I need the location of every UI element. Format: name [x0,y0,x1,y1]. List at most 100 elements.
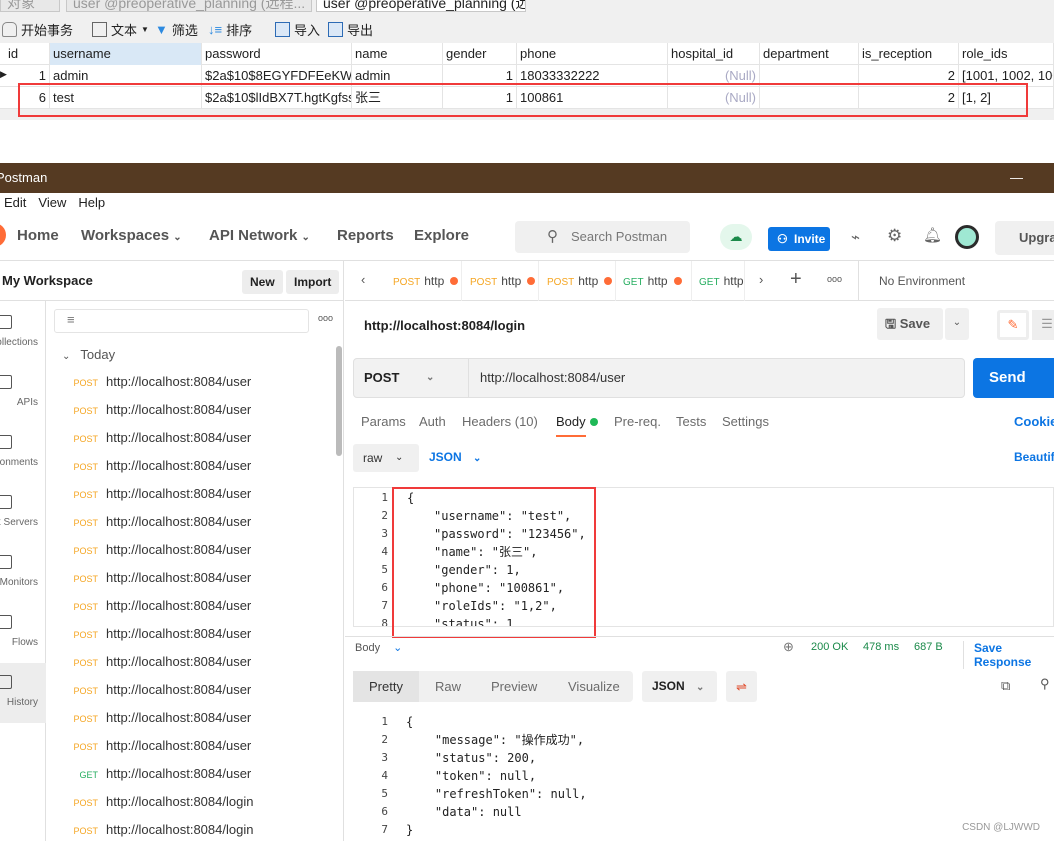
bell-icon[interactable]: 🔔︎ [923,226,942,244]
response-language-select[interactable]: JSON ⌄ [642,671,717,702]
response-body-label[interactable]: Body ⌄ [355,641,402,654]
nav-reports[interactable]: Reports [337,227,394,244]
list-item[interactable]: POST http://localhost:8084/user [46,452,336,480]
sidebar-item-flows[interactable]: Flows [0,603,46,663]
request-name[interactable]: http://localhost:8084/login [364,318,525,333]
tab-user-table-1[interactable]: user @preoperative_planning (远程... [66,0,312,12]
list-item[interactable]: POST http://localhost:8084/user [46,620,336,648]
cloud-sync-icon[interactable]: ☁ [720,224,752,250]
list-item[interactable]: POST http://localhost:8084/login [46,788,336,816]
view-tab-visualize[interactable]: Visualize [568,671,620,702]
import-button[interactable]: Import [286,270,340,294]
sidebar-item-apis[interactable]: APIs [0,363,46,423]
list-item[interactable]: POST http://localhost:8084/user [46,424,336,452]
view-tab-raw[interactable]: Raw [435,671,461,702]
import-button[interactable]: 导入 [275,18,320,40]
list-item[interactable]: POST http://localhost:8084/user [46,704,336,732]
list-item[interactable]: POST http://localhost:8084/login [46,816,336,844]
body-mode-select[interactable]: raw ⌄ [353,444,419,472]
add-tab-icon[interactable]: + [790,268,802,291]
beautify-link[interactable]: Beautify [1014,450,1054,464]
column-header-role_ids[interactable]: role_ids [959,43,1054,65]
column-header-hospital_id[interactable]: hospital_id [668,43,760,65]
filter-button[interactable]: ▼ 筛选 [155,18,198,40]
menu-help[interactable]: Help [78,195,105,210]
edit-icon[interactable]: ✎ [997,310,1029,340]
upgrade-button[interactable]: Upgrade [995,221,1054,255]
body-language-select[interactable]: JSON ⌄ [429,450,481,464]
invite-button[interactable]: ⚇ Invite [768,227,830,251]
view-tab-preview[interactable]: Preview [491,671,537,702]
begin-transaction-button[interactable]: 开始事务 [2,18,73,40]
filter-input[interactable]: ≡ [54,309,309,333]
save-response-button[interactable]: Save Response [963,641,1054,669]
chevron-left-icon[interactable]: ‹ [361,272,365,287]
avatar[interactable] [955,225,979,249]
tab-settings[interactable]: Settings [722,414,769,429]
cookies-link[interactable]: Cookies [1014,414,1054,429]
workspace-name[interactable]: My Workspace [2,273,93,288]
list-item[interactable]: POST http://localhost:8084/user [46,676,336,704]
list-item[interactable]: GET http://localhost:8084/user [46,760,336,788]
list-item[interactable]: POST http://localhost:8084/user [46,508,336,536]
column-header-is_reception[interactable]: is_reception [859,43,959,65]
wrap-lines-icon[interactable]: ⇌ [726,671,757,702]
tab-pre-req[interactable]: Pre-req. [614,414,661,429]
gear-icon[interactable]: ⚙ [887,226,902,246]
column-header-id[interactable]: id [5,43,50,65]
request-tab[interactable]: GET http [691,261,745,301]
sidebar-item-mock-servers[interactable]: Mock Servers [0,483,46,543]
satellite-icon[interactable]: ⌁ [851,228,860,246]
more-tabs-icon[interactable]: ooo [827,274,842,284]
column-header-password[interactable]: password [202,43,352,65]
method-select[interactable]: POST ⌄ [354,359,469,397]
column-header-phone[interactable]: phone [517,43,668,65]
environment-select[interactable]: No Environment [858,261,1054,301]
column-header-department[interactable]: department [760,43,859,65]
response-time[interactable]: 478 ms [863,641,899,653]
list-item[interactable]: POST http://localhost:8084/user [46,648,336,676]
response-size[interactable]: 687 B [914,641,943,653]
text-button[interactable]: 文本 ▼ [92,18,149,40]
request-tab[interactable]: POST http [539,261,616,301]
search-icon[interactable]: ⚲ [1040,676,1050,692]
list-item[interactable]: POST http://localhost:8084/user [46,396,336,424]
tab-objects[interactable]: 对象 [0,0,60,12]
comments-icon[interactable]: ☰ [1032,310,1054,340]
scrollbar[interactable] [336,346,342,456]
menu-edit[interactable]: Edit [4,195,26,210]
tab-body[interactable]: Body [556,414,586,437]
sort-button[interactable]: ↓≡ 排序 [208,18,252,40]
save-button[interactable]: 🖫 Save [877,308,943,340]
tab-tests[interactable]: Tests [676,414,706,429]
nav-api-network[interactable]: API Network ⌄ [209,227,310,244]
list-item[interactable]: POST http://localhost:8084/user [46,564,336,592]
tab-user-table-2[interactable]: user @preoperative_planning (远程... [316,0,526,12]
chevron-right-icon[interactable]: › [759,272,763,287]
sidebar-item-monitors[interactable]: Monitors [0,543,46,603]
nav-workspaces[interactable]: Workspaces ⌄ [81,227,182,244]
tab-headers[interactable]: Headers (10) [462,414,538,429]
copy-icon[interactable]: ⧉ [1001,678,1010,694]
tab-auth[interactable]: Auth [419,414,446,429]
history-group-today[interactable]: ⌄ Today [62,347,115,362]
request-body-editor[interactable]: 1 {2 "username": "test", 3 "password": "12… [353,487,1054,627]
list-item[interactable]: POST http://localhost:8084/user [46,536,336,564]
sidebar-item-collections[interactable]: Collections [0,303,46,363]
sidebar-item-history[interactable]: History [0,663,46,723]
minimize-icon[interactable]: — [1010,163,1023,193]
search-input[interactable]: ⚲ Search Postman [515,221,690,253]
postman-logo[interactable] [0,223,6,247]
list-item[interactable]: POST http://localhost:8084/user [46,732,336,760]
status-code[interactable]: 200 OK [811,641,848,653]
nav-explore[interactable]: Explore [414,227,469,244]
view-tab-pretty[interactable]: Pretty [353,671,419,702]
column-header-name[interactable]: name [352,43,443,65]
save-dropdown[interactable]: ⌄ [945,308,969,340]
request-tab[interactable]: POST http [385,261,462,301]
list-item[interactable]: POST http://localhost:8084/user [46,368,336,396]
column-header-gender[interactable]: gender [443,43,517,65]
tab-params[interactable]: Params [361,414,406,429]
list-item[interactable]: POST http://localhost:8084/user [46,480,336,508]
menu-view[interactable]: View [38,195,66,210]
